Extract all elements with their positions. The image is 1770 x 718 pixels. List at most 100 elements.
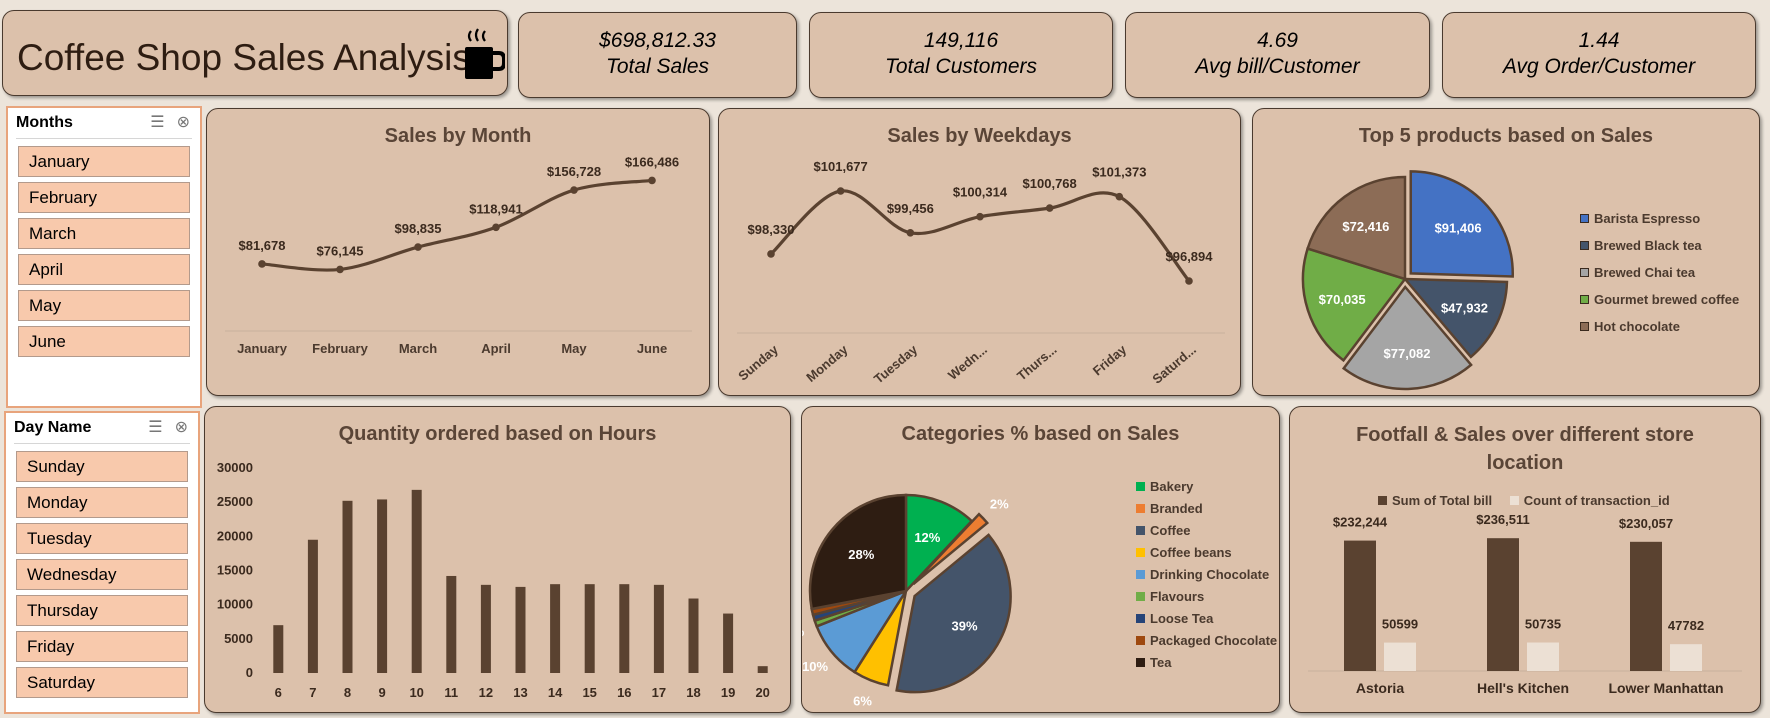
slicer-item-march[interactable]: March (18, 218, 190, 249)
y-tick-label: 5000 (224, 631, 253, 646)
slicer-item-april[interactable]: April (18, 254, 190, 285)
data-label: $96,894 (1166, 249, 1214, 264)
data-point (1115, 192, 1124, 201)
x-tick-label: Thurs... (1014, 342, 1060, 384)
x-tick-label: 6 (275, 685, 282, 700)
x-tick-label: 16 (617, 685, 631, 700)
data-label: $99,456 (887, 201, 934, 216)
data-label: 47782 (1668, 618, 1704, 633)
bar (550, 584, 561, 673)
slicer-item-friday[interactable]: Friday (16, 631, 188, 662)
data-point (336, 265, 344, 274)
slicer-item-january[interactable]: January (18, 146, 190, 177)
y-tick-label: 10000 (217, 597, 253, 612)
slice-label: 6% (853, 694, 872, 709)
sales-by-weekdays-card: Sales by Weekdays $98,330 Sunday $101,677 M… (718, 108, 1241, 396)
x-tick-label: 14 (548, 685, 563, 700)
x-tick-label: Tuesday (871, 341, 921, 386)
slice-label: 28% (848, 547, 874, 562)
days-slicer: Day Name ☰ ⊗ Sunday Monday Tuesday Wednes… (4, 411, 200, 714)
x-tick-label: Friday (1090, 341, 1130, 378)
bar (480, 584, 491, 673)
data-label: $101,373 (1092, 165, 1146, 180)
data-label: $101,677 (814, 159, 868, 174)
slicer-item-may[interactable]: May (18, 290, 190, 321)
bar (446, 575, 457, 673)
slicer-item-saturday[interactable]: Saturday (16, 667, 188, 698)
x-tick-label: Lower Manhattan (1608, 680, 1723, 696)
data-label: $118,941 (469, 201, 523, 216)
legend-item: Branded (1136, 501, 1277, 523)
slicer-item-february[interactable]: February (18, 182, 190, 213)
legend-swatch (1136, 526, 1145, 535)
slice-label: 12% (914, 530, 940, 545)
data-label: $232,244 (1333, 515, 1388, 530)
x-tick-label: February (312, 341, 368, 356)
slice-label: 2% (990, 496, 1009, 511)
clear-filter-icon[interactable]: ⊗ (177, 114, 190, 131)
legend-swatch (1580, 322, 1589, 331)
slicer-item-monday[interactable]: Monday (16, 487, 188, 518)
clear-filter-icon[interactable]: ⊗ (175, 419, 188, 436)
bar (273, 625, 284, 673)
title-card: Coffee Shop Sales Analysis (2, 10, 508, 96)
bar (1670, 644, 1702, 671)
slicer-item-sunday[interactable]: Sunday (16, 451, 188, 482)
bar (584, 584, 595, 673)
data-point (570, 186, 578, 194)
legend-swatch (1136, 504, 1145, 513)
data-label: $100,314 (953, 185, 1008, 200)
slice-label: $77,082 (1384, 346, 1431, 361)
kpi-total-sales: $698,812.33 Total Sales (518, 12, 797, 98)
x-tick-label: April (481, 341, 511, 356)
x-tick-label: Sunday (735, 341, 781, 383)
legend-swatch (1136, 592, 1145, 601)
x-tick-label: 11 (444, 685, 458, 700)
legend-swatch (1580, 295, 1589, 304)
legend-item: Barista Espresso (1580, 211, 1739, 238)
slicer-item-wednesday[interactable]: Wednesday (16, 559, 188, 590)
legend-swatch (1136, 614, 1145, 623)
kpi-label: Avg Order/Customer (1502, 55, 1696, 78)
multi-select-icon[interactable]: ☰ (150, 114, 164, 131)
data-label: $100,768 (1023, 176, 1077, 191)
months-slicer: Months ☰ ⊗ January February March April M… (6, 106, 202, 408)
quantity-by-hours-chart: 0 5000 10000 15000 20000 25000 30000 6 7 8 9 10 11 12… (217, 460, 770, 700)
sales-by-month-card: Sales by Month $81,678 January $76,145 Febr… (206, 108, 710, 396)
data-point (767, 250, 775, 258)
slicer-item-june[interactable]: June (18, 326, 190, 357)
data-label: $98,835 (395, 221, 442, 236)
x-tick-label: May (561, 341, 587, 356)
data-label: $81,678 (239, 238, 286, 253)
data-label: $156,728 (547, 164, 601, 179)
bar (1384, 642, 1416, 671)
legend-item: Hot chocolate (1580, 319, 1739, 346)
legend-swatch (1136, 548, 1145, 557)
data-label: $166,486 (625, 154, 679, 169)
multi-select-icon[interactable]: ☰ (148, 419, 162, 436)
kpi-value: 4.69 (1257, 29, 1298, 52)
legend-item: Flavours (1136, 589, 1277, 611)
legend-swatch (1136, 636, 1145, 645)
bar (1630, 541, 1662, 671)
footfall-card: Footfall & Sales over different store lo… (1289, 406, 1761, 713)
slice-label: $47,932 (1441, 301, 1488, 316)
legend-item: Coffee (1136, 523, 1277, 545)
bar (1527, 642, 1559, 671)
legend-item: Brewed Black tea (1580, 238, 1739, 265)
bar (723, 613, 734, 673)
bar (1487, 538, 1519, 671)
x-tick-label: 8 (344, 685, 351, 700)
bar (619, 584, 630, 673)
slicer-item-thursday[interactable]: Thursday (16, 595, 188, 626)
categories-card: Categories % based on Sales 12% 2% 39% 6% 10… (801, 406, 1280, 713)
slice-label: $70,035 (1319, 292, 1366, 307)
legend-swatch (1136, 570, 1145, 579)
legend-item: Tea (1136, 655, 1277, 677)
kpi-avg-bill: 4.69 Avg bill/Customer (1125, 12, 1430, 98)
bar (411, 489, 422, 673)
data-point (836, 187, 845, 195)
page-title: Coffee Shop Sales Analysis (17, 37, 471, 78)
slicer-item-tuesday[interactable]: Tuesday (16, 523, 188, 554)
data-point (414, 243, 422, 251)
